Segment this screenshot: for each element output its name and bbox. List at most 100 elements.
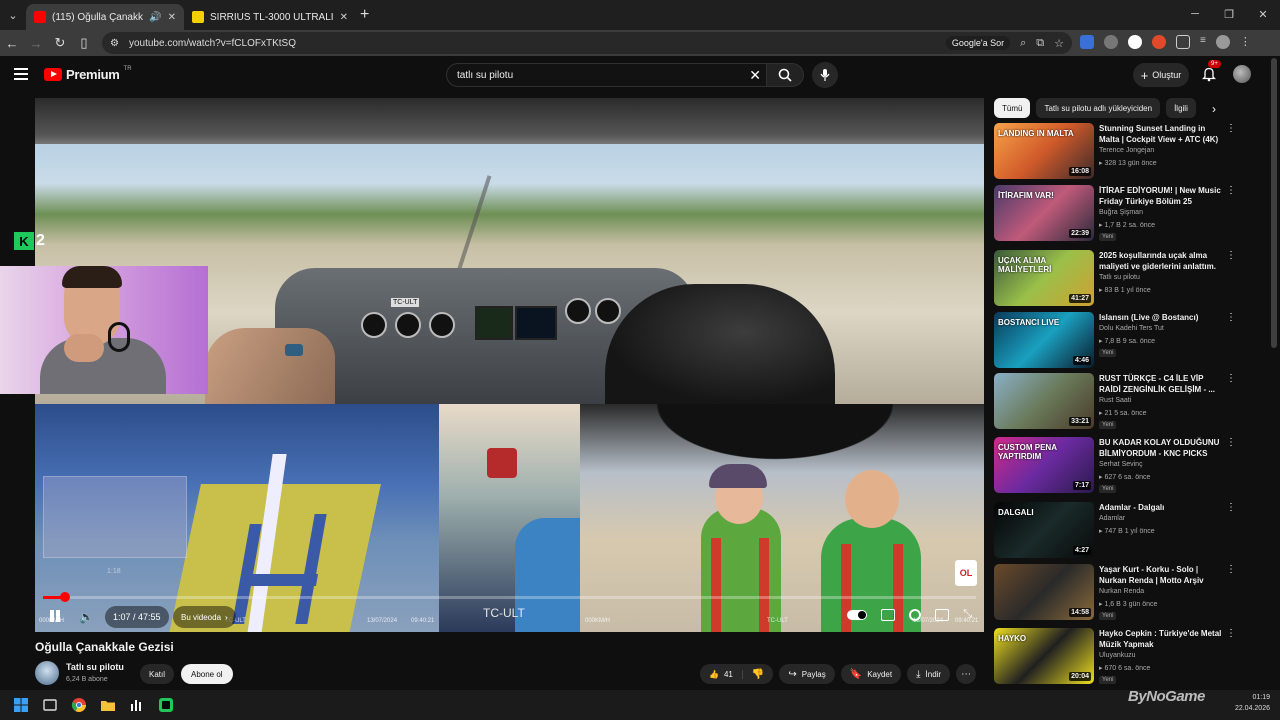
recommendation-channel[interactable]: Tatlı su pilotu bbox=[1099, 274, 1140, 281]
reload-button[interactable]: ↻ bbox=[48, 35, 72, 51]
extension-icon[interactable] bbox=[1152, 35, 1166, 49]
volume-icon[interactable]: 🔈 bbox=[79, 610, 94, 624]
recommendation-channel[interactable]: Nurkan Renda bbox=[1099, 588, 1144, 595]
video-thumbnail[interactable]: 33:21 bbox=[994, 373, 1094, 429]
extension-icon[interactable] bbox=[1104, 35, 1118, 49]
scrubber-handle[interactable] bbox=[60, 592, 70, 602]
video-thumbnail[interactable]: İTİRAFIM VAR! 22:39 bbox=[994, 185, 1094, 241]
voice-search-button[interactable] bbox=[812, 62, 838, 88]
minimize-button[interactable]: ─ bbox=[1178, 0, 1212, 28]
forward-button[interactable]: → bbox=[24, 36, 48, 51]
file-explorer-icon[interactable] bbox=[100, 697, 116, 713]
recommendation-channel[interactable]: Buğra Şişman bbox=[1099, 209, 1143, 216]
bookmark-star-icon[interactable]: ☆ bbox=[1054, 37, 1064, 50]
page-scrollbar[interactable] bbox=[1271, 58, 1277, 348]
recommendation-title[interactable]: Adamlar - Dalgalı bbox=[1099, 502, 1223, 513]
windows-start-icon[interactable] bbox=[13, 697, 29, 713]
recommendation-title[interactable]: Islansın (Live @ Bostancı) bbox=[1099, 312, 1223, 323]
miniplayer-icon[interactable] bbox=[935, 608, 950, 621]
menu-icon[interactable] bbox=[14, 68, 28, 80]
recommendation-menu-icon[interactable]: ⋮ bbox=[1226, 502, 1236, 513]
recommendation-title[interactable]: RUST TÜRKÇE - C4 İLE VİP RAİDİ ZENGİNLİK… bbox=[1099, 373, 1223, 395]
chrome-icon[interactable] bbox=[71, 697, 87, 713]
recommendation-menu-icon[interactable]: ⋮ bbox=[1226, 185, 1236, 196]
zoom-icon[interactable]: ⌕ bbox=[1020, 37, 1026, 50]
browser-tab-inactive[interactable]: SIRRIUS TL-3000 ULTRALIGHT U ✕ bbox=[184, 4, 356, 30]
fullscreen-icon[interactable]: ⤡ bbox=[963, 608, 972, 621]
speaker-icon[interactable]: 🔊 bbox=[149, 12, 161, 23]
recommendation-channel[interactable]: Adamlar bbox=[1099, 515, 1125, 522]
video-thumbnail[interactable]: BOSTANCI LIVE 4:46 bbox=[994, 312, 1094, 368]
video-thumbnail[interactable]: HAYKO 20:04 bbox=[994, 628, 1094, 684]
channel-avatar[interactable] bbox=[35, 661, 59, 685]
back-button[interactable]: ← bbox=[0, 36, 24, 51]
recommendation-channel[interactable]: Terence Jongejan bbox=[1099, 147, 1154, 154]
account-avatar[interactable] bbox=[1233, 65, 1251, 83]
subtitles-icon[interactable] bbox=[881, 608, 896, 621]
close-tab-icon[interactable]: ✕ bbox=[168, 12, 176, 23]
recommendation-item[interactable]: 33:21 RUST TÜRKÇE - C4 İLE VİP RAİDİ ZENG… bbox=[994, 373, 1264, 433]
recommendation-item[interactable]: CUSTOM PENA YAPTIRDIM 7:17 BU KADAR KOLAY … bbox=[994, 437, 1264, 497]
recommendation-title[interactable]: 2025 koşullarında uçak alma maliyeti ve … bbox=[1099, 250, 1223, 272]
clear-search-icon[interactable]: ✕ bbox=[749, 67, 761, 84]
create-button[interactable]: + Oluştur bbox=[1133, 63, 1189, 87]
site-info-icon[interactable]: ⚙ bbox=[110, 38, 119, 49]
recommendation-channel[interactable]: Rust Saati bbox=[1099, 397, 1131, 404]
recommendation-menu-icon[interactable]: ⋮ bbox=[1226, 373, 1236, 384]
chip-all[interactable]: Tümü bbox=[994, 98, 1031, 118]
task-view-icon[interactable] bbox=[42, 697, 58, 713]
recommendation-menu-icon[interactable]: ⋮ bbox=[1226, 312, 1236, 323]
browser-menu-icon[interactable]: ⋮ bbox=[1240, 35, 1251, 49]
system-clock[interactable]: 01:19 22.04.2026 bbox=[1235, 692, 1270, 714]
sidebar-icon[interactable]: ▯ bbox=[72, 35, 96, 51]
pause-button[interactable] bbox=[49, 608, 63, 624]
recommendation-item[interactable]: HAYKO 20:04 Hayko Cepkin : Türkiye'de Meta… bbox=[994, 628, 1264, 688]
recommendation-title[interactable]: Stunning Sunset Landing in Malta | Cockp… bbox=[1099, 123, 1223, 145]
chip-related[interactable]: İlgili bbox=[1166, 98, 1196, 118]
recommendation-title[interactable]: Yaşar Kurt - Korku - Solo | Nurkan Renda… bbox=[1099, 564, 1223, 586]
video-thumbnail[interactable]: UÇAK ALMA MALİYETLERİ 41:27 bbox=[994, 250, 1094, 306]
cast-icon[interactable]: ⧉ bbox=[1036, 37, 1044, 50]
address-bar[interactable]: ⚙ youtube.com/watch?v=fCLOFxTKtSQ Google… bbox=[102, 32, 1072, 54]
video-thumbnail[interactable]: 14:58 bbox=[994, 564, 1094, 620]
youtube-logo[interactable]: Premium TR bbox=[44, 66, 132, 82]
recommendation-title[interactable]: İTİRAF EDİYORUM! | New Music Friday Türk… bbox=[1099, 185, 1223, 207]
download-button[interactable]: ⤓ İndir bbox=[907, 664, 951, 684]
autoplay-toggle[interactable] bbox=[847, 609, 868, 620]
recommendation-title[interactable]: Hayko Cepkin : Türkiye'de Metal Müzik Ya… bbox=[1099, 628, 1223, 650]
chips-next-icon[interactable]: › bbox=[1212, 102, 1216, 116]
join-button[interactable]: Katıl bbox=[140, 664, 175, 684]
search-button[interactable] bbox=[766, 63, 804, 87]
recommendation-channel[interactable]: Serhat Sevinç bbox=[1099, 461, 1143, 468]
video-thumbnail[interactable]: LANDING IN MALTA 16:08 bbox=[994, 123, 1094, 179]
profile-icon[interactable] bbox=[1215, 35, 1230, 49]
like-button[interactable]: 👍 41 bbox=[700, 669, 743, 679]
recommendation-menu-icon[interactable]: ⋮ bbox=[1226, 250, 1236, 261]
kick-app-icon[interactable] bbox=[158, 697, 174, 713]
google-sor-button[interactable]: Google'a Sor bbox=[945, 36, 1011, 50]
subscribe-button[interactable]: Abone ol bbox=[181, 664, 233, 684]
audio-app-icon[interactable] bbox=[129, 697, 145, 713]
recommendation-item[interactable]: LANDING IN MALTA 16:08 Stunning Sunset Lan… bbox=[994, 123, 1264, 183]
save-button[interactable]: 🔖 Kaydet bbox=[840, 664, 902, 684]
reading-list-icon[interactable]: ≡ bbox=[1200, 35, 1206, 49]
new-tab-button[interactable]: + bbox=[360, 6, 369, 24]
progress-bar[interactable] bbox=[43, 596, 976, 599]
channel-name[interactable]: Tatlı su pilotu bbox=[66, 662, 124, 672]
search-input[interactable]: tatlı su pilotu ✕ bbox=[446, 63, 768, 87]
recommendation-item[interactable]: 14:58 Yaşar Kurt - Korku - Solo | Nurkan … bbox=[994, 564, 1264, 624]
recommendation-menu-icon[interactable]: ⋮ bbox=[1226, 123, 1236, 134]
tab-search-icon[interactable]: ⌄ bbox=[0, 2, 26, 28]
recommendation-title[interactable]: BU KADAR KOLAY OLDUĞUNU BİLMİYORDUM - KN… bbox=[1099, 437, 1223, 459]
recommendation-item[interactable]: DALGALI 4:27 Adamlar - Dalgalı Adamlar ▸ 747… bbox=[994, 502, 1264, 562]
share-button[interactable]: ↪ Paylaş bbox=[779, 664, 835, 684]
recommendation-channel[interactable]: Uluyankuzu bbox=[1099, 652, 1136, 659]
maximize-button[interactable]: ❐ bbox=[1212, 0, 1246, 28]
recommendation-menu-icon[interactable]: ⋮ bbox=[1226, 437, 1236, 448]
video-thumbnail[interactable]: DALGALI 4:27 bbox=[994, 502, 1094, 558]
recommendation-item[interactable]: BOSTANCI LIVE 4:46 Islansın (Live @ Bostan… bbox=[994, 312, 1264, 372]
chip-from-uploader[interactable]: Tatlı su pilotu adlı yükleyiciden bbox=[1036, 98, 1161, 118]
chapter-button[interactable]: Bu videoda › bbox=[173, 606, 236, 628]
extensions-puzzle-icon[interactable] bbox=[1176, 35, 1190, 49]
browser-tab-active[interactable]: (115) Oğulla Çanakkale Gezi 🔊 ✕ bbox=[26, 4, 184, 30]
